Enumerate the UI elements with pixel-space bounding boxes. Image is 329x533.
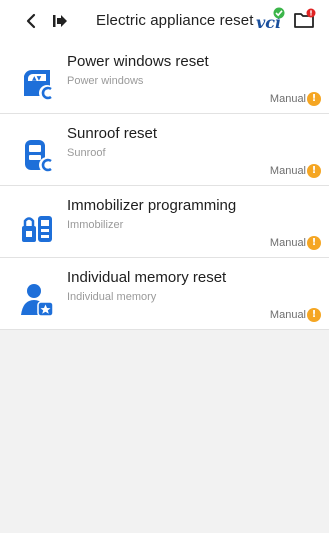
- manual-badge: Manual !: [270, 308, 321, 322]
- item-subtitle: Sunroof: [67, 147, 106, 159]
- manual-badge: Manual !: [270, 236, 321, 250]
- list-item-power-windows[interactable]: ▲▼ Power windows reset Power windows Man…: [0, 42, 329, 114]
- item-title: Power windows reset: [67, 53, 209, 70]
- manual-label: Manual: [269, 93, 306, 105]
- item-subtitle: Individual memory: [67, 291, 157, 303]
- exit-button[interactable]: [48, 0, 72, 42]
- manual-label: Manual: [269, 165, 306, 177]
- page-title: Electric appliance reset: [96, 12, 254, 29]
- item-subtitle: Immobilizer: [67, 219, 124, 231]
- manual-badge: Manual !: [270, 164, 321, 178]
- sunroof-icon: [25, 140, 55, 173]
- warning-icon: !: [307, 236, 321, 250]
- item-subtitle: Power windows: [67, 75, 144, 87]
- manual-label: Manual: [269, 309, 306, 321]
- exit-icon: [53, 15, 67, 27]
- list-item-sunroof[interactable]: Sunroof reset Sunroof Manual !: [0, 114, 329, 186]
- warning-icon: !: [307, 308, 321, 322]
- immobilizer-icon: [22, 216, 52, 242]
- power-window-icon: ▲▼: [24, 70, 55, 101]
- function-list: ▲▼ Power windows reset Power windows Man…: [0, 42, 329, 330]
- manual-label: Manual: [269, 237, 306, 249]
- top-bar: Electric appliance reset vci: [0, 0, 329, 42]
- chevron-left-icon: [26, 13, 36, 29]
- manual-badge: Manual !: [270, 92, 321, 106]
- folder-alert-icon[interactable]: [293, 8, 317, 30]
- vci-status[interactable]: vci: [256, 7, 285, 33]
- item-title: Immobilizer programming: [67, 197, 237, 214]
- list-item-individual-memory[interactable]: Individual memory reset Individual memor…: [0, 258, 329, 330]
- back-button[interactable]: [14, 0, 48, 42]
- list-item-immobilizer[interactable]: Immobilizer programming Immobilizer Manu…: [0, 186, 329, 258]
- item-title: Sunroof reset: [67, 125, 158, 142]
- check-icon: [273, 7, 285, 19]
- warning-icon: !: [307, 92, 321, 106]
- warning-icon: !: [307, 164, 321, 178]
- svg-text:▲▼: ▲▼: [32, 75, 42, 82]
- item-title: Individual memory reset: [67, 269, 227, 286]
- user-star-icon: [21, 284, 54, 317]
